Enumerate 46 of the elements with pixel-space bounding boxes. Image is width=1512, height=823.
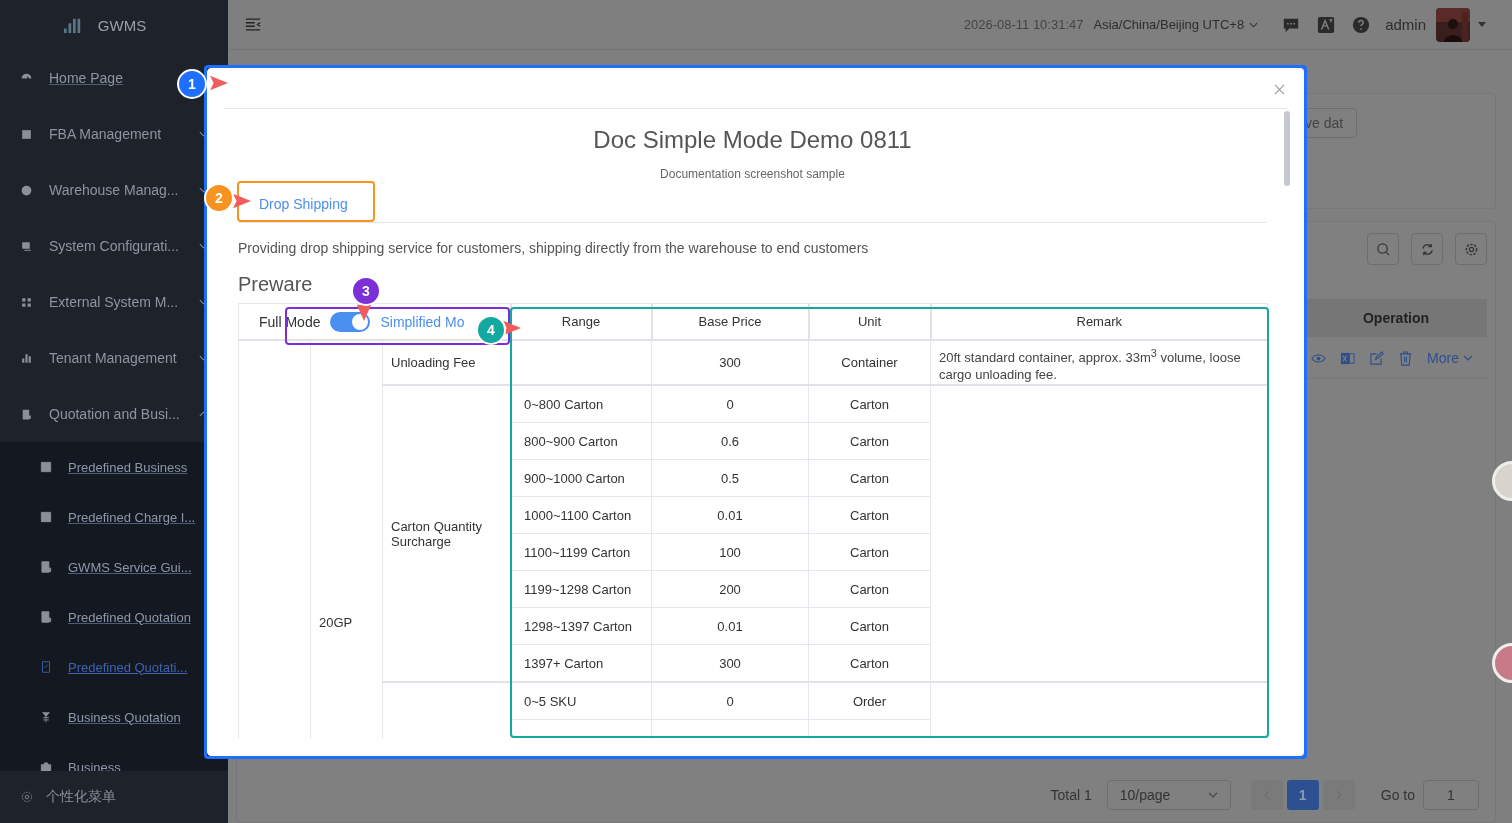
submenu-link[interactable]: GWMS Service Gui... <box>68 559 192 575</box>
table-cell: Container <box>808 340 931 386</box>
dialog-subtitle: Documentation screenshot sample <box>659 167 846 181</box>
custom-menu-link[interactable]: 个性化菜单 <box>46 788 116 806</box>
table-cell: 200 <box>651 570 809 608</box>
submenu-link[interactable]: Predefined Charge I... <box>68 509 196 525</box>
mode-label[interactable]: Full Mode <box>259 313 321 330</box>
submenu-link[interactable]: Business Quotation <box>68 709 181 725</box>
user-name[interactable]: admin <box>1385 16 1426 33</box>
table-cell: 0 <box>651 385 809 423</box>
table-cell: 100 <box>651 533 809 571</box>
submenu-link[interactable]: Predefined Business <box>68 459 188 475</box>
timezone-select[interactable]: Asia/China/Beijing UTC+8 <box>1093 17 1245 32</box>
table-cell: 0 <box>651 682 809 720</box>
dialog-title: Doc Simple Mode Demo 0811 <box>592 126 913 154</box>
app-name: GWMS <box>97 16 147 34</box>
submenu-link[interactable]: Predefined Quotati... <box>68 659 188 675</box>
menu-item[interactable]: System Configurati... <box>49 238 199 254</box>
submenu-link[interactable]: Business <box>68 759 121 771</box>
table-cell: 300 <box>651 340 809 386</box>
menu-item[interactable]: Warehouse Manag... <box>49 182 199 198</box>
submenu-link[interactable]: Predefined Quotation <box>68 609 191 625</box>
goto-label: Go to <box>1380 787 1415 803</box>
page-size-select[interactable]: 10/page <box>1106 780 1231 810</box>
description: Providing drop shipping service for customers, shipping directly from the warehouse to end customers <box>238 240 870 256</box>
table-cell: 0.01 <box>651 607 809 645</box>
datetime: 2026-08-11 10:31:47 <box>963 17 1084 32</box>
section-title: Preware <box>238 273 313 296</box>
table-cell: Carton <box>808 385 931 423</box>
table-cell: 0.6 <box>651 422 809 460</box>
column-header: Unit <box>808 303 931 340</box>
page-button[interactable]: 1 <box>1286 780 1319 810</box>
column-header: Operation <box>1305 299 1487 337</box>
table-cell: Order <box>808 682 931 720</box>
menu-item[interactable]: FBA Management <box>49 126 199 142</box>
container-type: 20GP <box>319 615 353 630</box>
goto-field[interactable]: 1 <box>1423 780 1479 810</box>
column-header: Base Price <box>651 303 809 340</box>
menu-item[interactable]: External System M... <box>49 294 199 310</box>
menu-item[interactable]: Quotation and Busi... <box>49 406 199 422</box>
table-cell: 0.01 <box>651 496 809 534</box>
mode-label[interactable]: Simplified Mo <box>380 313 465 330</box>
total-count: Total 1 <box>1050 787 1092 803</box>
table-cell: 0.5 <box>651 459 809 497</box>
tab[interactable]: Drop Shipping <box>259 196 348 212</box>
menu-item[interactable]: Tenant Management <box>49 350 199 366</box>
